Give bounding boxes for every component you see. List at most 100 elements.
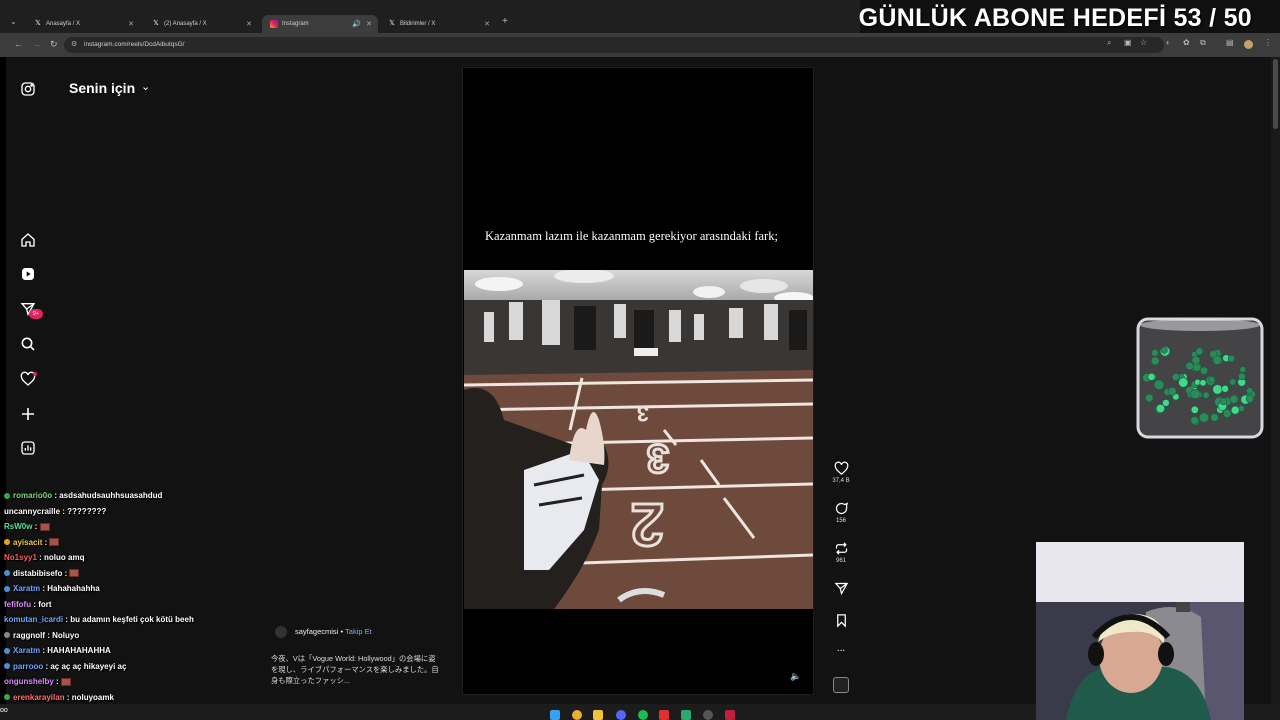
share-button[interactable] xyxy=(826,581,856,596)
chat-message: RsW0w : xyxy=(4,522,50,531)
app-icon[interactable] xyxy=(725,710,735,720)
repost-button[interactable]: 961 xyxy=(826,541,856,564)
comment-button[interactable]: 156 xyxy=(826,501,856,524)
more-options-button[interactable]: ... xyxy=(826,643,856,654)
jar-clover xyxy=(1202,391,1210,399)
speaker-icon[interactable]: 🔈 xyxy=(790,671,801,682)
chat-username[interactable]: romario0o xyxy=(13,491,52,500)
profile-avatar[interactable] xyxy=(1244,40,1253,49)
sidebar-icon[interactable]: ▤ xyxy=(1226,38,1234,47)
obs-icon[interactable] xyxy=(703,710,713,720)
extensions-puzzle-icon[interactable]: ⧉ xyxy=(1200,38,1206,48)
app-icon[interactable] xyxy=(681,710,691,720)
cast-icon[interactable]: ▣ xyxy=(1124,38,1132,47)
jar-clover xyxy=(1222,409,1232,418)
reel-author-name[interactable]: sayfagecmisi xyxy=(295,627,338,636)
home-icon[interactable] xyxy=(20,232,36,248)
chat-emote-icon xyxy=(39,522,50,531)
follow-button[interactable]: Takip Et xyxy=(345,627,372,636)
save-button[interactable] xyxy=(826,613,856,628)
avatar[interactable] xyxy=(275,626,287,638)
discord-icon[interactable] xyxy=(616,710,626,720)
bookmark-star-icon[interactable]: ☆ xyxy=(1140,38,1147,47)
menu-kebab-icon[interactable]: ⋮ xyxy=(1264,38,1272,47)
chat-separator: : xyxy=(42,537,50,547)
chat-username[interactable]: No1syy1 xyxy=(4,553,37,562)
dashboard-icon[interactable] xyxy=(20,440,36,456)
app-icon[interactable] xyxy=(659,710,669,720)
reels-icon[interactable] xyxy=(20,266,36,282)
url-field[interactable]: ⚙ instagram.com/reels/DcdAibutqsG/ xyxy=(64,37,1164,53)
chat-username[interactable]: raggnolf xyxy=(13,631,45,640)
chat-username[interactable]: ongunshelby xyxy=(4,677,54,686)
address-bar-row: ← → ↻ ⚙ instagram.com/reels/DcdAibutqsG/… xyxy=(0,33,1280,57)
chat-username[interactable]: parrooo xyxy=(13,662,43,671)
audio-thumbnail[interactable] xyxy=(833,677,849,693)
jar-clover xyxy=(1171,373,1180,381)
windows-start-icon[interactable] xyxy=(550,710,560,720)
tab-x-notifications[interactable]: 𝕏 Bildirimler / X ✕ xyxy=(380,15,496,33)
tab-x-home[interactable]: 𝕏 Anasayfa / X ✕ xyxy=(26,15,140,33)
chat-text: HAHAHAHAHHA xyxy=(47,646,111,655)
speaker-icon[interactable]: 🔊 xyxy=(352,20,361,28)
tab-instagram[interactable]: Instagram 🔊 ✕ xyxy=(262,15,378,33)
reel-description[interactable]: 今夜、Vは「Vogue World: Hollywood」の会場に姿を現し、ライ… xyxy=(271,653,441,686)
new-tab-button[interactable]: + xyxy=(502,16,508,27)
create-plus-icon[interactable] xyxy=(20,406,36,422)
streamer-webcam xyxy=(1036,542,1244,720)
chat-separator: : xyxy=(53,677,61,686)
feed-title[interactable]: Senin için xyxy=(69,80,135,96)
like-button[interactable]: 37,4 B xyxy=(826,461,856,484)
file-explorer-icon[interactable] xyxy=(593,710,603,720)
jar-clover xyxy=(1199,379,1207,387)
forward-icon[interactable]: → xyxy=(32,39,41,49)
jar-clover xyxy=(1230,405,1240,415)
chat-username[interactable]: fefifofu xyxy=(4,600,31,609)
jar-clover xyxy=(1219,397,1228,406)
chat-username[interactable]: erenkarayilan xyxy=(13,693,65,702)
chat-message: raggnolf : Noluyo xyxy=(4,631,79,640)
close-icon[interactable]: ✕ xyxy=(246,20,252,28)
reel-video-frame[interactable]: 3 3 2 xyxy=(464,270,813,609)
chat-badge-icon xyxy=(4,492,10,499)
jar-clover xyxy=(1239,366,1247,373)
tab-x-home-2[interactable]: 𝕏 (2) Anasayfa / X ✕ xyxy=(144,15,258,33)
close-icon[interactable]: ✕ xyxy=(366,20,372,28)
jar-clover xyxy=(1160,346,1168,354)
jar-clover xyxy=(1144,393,1154,403)
page-scrollbar[interactable] xyxy=(1271,57,1280,705)
chevron-down-icon[interactable]: ⌄ xyxy=(141,80,150,93)
chat-footer: oo xyxy=(0,707,8,714)
chat-username[interactable]: uncannycraille xyxy=(4,507,60,516)
chrome-icon[interactable] xyxy=(572,710,582,720)
chat-text: aç aç aç hikayeyi aç xyxy=(50,661,127,671)
chat-text: Hahahahahha xyxy=(47,584,100,593)
search-icon[interactable] xyxy=(20,336,36,352)
close-icon[interactable]: ✕ xyxy=(484,20,490,28)
jar-clover xyxy=(1210,413,1219,422)
jar-clover xyxy=(1221,385,1229,393)
scrollbar-thumb[interactable] xyxy=(1273,59,1278,129)
x-logo-icon: 𝕏 xyxy=(153,20,159,27)
jar-clover xyxy=(1245,394,1254,403)
chat-username[interactable]: distabibisefo xyxy=(13,569,62,578)
chat-username[interactable]: komutan_icardi xyxy=(4,615,63,624)
jar-clover xyxy=(1208,376,1216,384)
chat-text: noluo amq xyxy=(44,553,85,562)
extension-icon[interactable]: ✿ xyxy=(1183,38,1190,47)
reload-icon[interactable]: ↻ xyxy=(50,39,58,50)
chat-message: parrooo : aç aç aç hikayeyi aç xyxy=(4,662,126,671)
tab-list-icon[interactable]: ⌄ xyxy=(10,17,17,26)
chat-username[interactable]: ayisacit xyxy=(13,538,42,547)
chat-username[interactable]: Xaratm xyxy=(13,584,40,593)
chat-username[interactable]: Xaratm xyxy=(13,646,40,655)
close-icon[interactable]: ✕ xyxy=(128,20,134,28)
spotify-icon[interactable] xyxy=(638,710,648,720)
chat-username[interactable]: RsW0w xyxy=(4,522,32,531)
audio-extension-icon[interactable]: ◖ xyxy=(1165,38,1170,47)
instagram-logo-icon[interactable] xyxy=(20,81,36,97)
zoom-icon[interactable]: ⌕ xyxy=(1107,38,1111,48)
back-icon[interactable]: ← xyxy=(14,39,23,49)
site-info-icon[interactable]: ⚙ xyxy=(71,37,77,53)
chat-message: erenkarayilan : noluyoamk xyxy=(4,693,114,702)
